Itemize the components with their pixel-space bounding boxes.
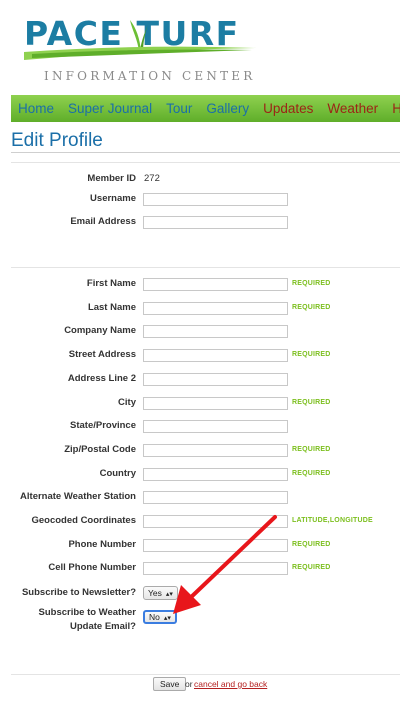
required-note: REQUIRED: [292, 280, 331, 287]
nav-updates[interactable]: Updates: [256, 95, 320, 122]
newsletter-select-value: Yes: [148, 588, 162, 598]
nav-home[interactable]: Home: [11, 95, 61, 122]
member-id-value: 272: [144, 173, 160, 184]
title-divider: [11, 152, 400, 153]
save-button[interactable]: Save: [153, 677, 187, 691]
city-field[interactable]: [143, 397, 288, 410]
state-field[interactable]: [143, 420, 288, 433]
site-logo[interactable]: PACE TURF INFORMATION CENTER: [22, 12, 262, 83]
username-label: Username: [90, 193, 136, 204]
required-note: REQUIRED: [292, 564, 331, 571]
section-divider: [11, 267, 400, 268]
street-address-label: Street Address: [68, 349, 136, 360]
city-label: City: [118, 397, 136, 408]
footer-divider: [11, 674, 400, 675]
email-label: Email Address: [70, 216, 136, 227]
weather-email-label-line2: Update Email?: [70, 621, 136, 632]
required-note: REQUIRED: [292, 304, 331, 311]
logo-subtitle: INFORMATION CENTER: [44, 69, 256, 83]
first-name-row: First Name REQUIRED: [0, 274, 400, 294]
company-name-row: Company Name: [0, 321, 400, 341]
nav-gallery[interactable]: Gallery: [199, 95, 256, 122]
section-divider: [11, 162, 400, 163]
address-line-2-label: Address Line 2: [67, 373, 136, 384]
annotation-arrow-icon: [173, 515, 277, 614]
weather-email-label: Subscribe to Weather Update Email?: [0, 606, 137, 634]
zip-label: Zip/Postal Code: [64, 444, 136, 455]
nav-highlights[interactable]: Highlights: [385, 95, 400, 122]
last-name-field[interactable]: [143, 302, 288, 315]
nav-weather[interactable]: Weather: [320, 95, 385, 122]
weather-email-label-line1: Subscribe to Weather: [38, 607, 137, 618]
first-name-label: First Name: [86, 278, 136, 289]
page-title: Edit Profile: [11, 130, 103, 151]
address-line-2-row: Address Line 2: [0, 369, 400, 389]
email-field[interactable]: [143, 216, 288, 229]
last-name-row: Last Name REQUIRED: [0, 298, 400, 318]
last-name-label: Last Name: [87, 302, 136, 313]
or-text: or: [185, 679, 193, 689]
zip-field[interactable]: [143, 444, 288, 457]
cell-phone-label: Cell Phone Number: [48, 562, 136, 573]
alt-weather-label: Alternate Weather Station: [20, 491, 136, 502]
city-row: City REQUIRED: [0, 393, 400, 413]
email-row: Email Address: [0, 212, 400, 232]
street-address-row: Street Address REQUIRED: [0, 345, 400, 365]
required-note: REQUIRED: [292, 446, 331, 453]
nav-tour[interactable]: Tour: [159, 95, 199, 122]
country-field[interactable]: [143, 468, 288, 481]
geocoded-label: Geocoded Coordinates: [31, 515, 136, 526]
main-nav: Home Super Journal Tour Gallery Updates …: [11, 95, 400, 122]
company-name-label: Company Name: [64, 325, 136, 336]
member-id-row: Member ID 272: [0, 169, 400, 189]
nav-super-journal[interactable]: Super Journal: [61, 95, 159, 122]
username-field[interactable]: [143, 193, 288, 206]
member-id-label: Member ID: [87, 173, 136, 184]
country-row: Country REQUIRED: [0, 464, 400, 484]
weather-email-select-value: No: [149, 612, 160, 622]
grass-swoosh-icon: [24, 46, 256, 60]
required-note: REQUIRED: [292, 351, 331, 358]
zip-row: Zip/Postal Code REQUIRED: [0, 440, 400, 460]
newsletter-label: Subscribe to Newsletter?: [21, 587, 136, 598]
required-note: REQUIRED: [292, 541, 331, 548]
required-note: REQUIRED: [292, 399, 331, 406]
country-label: Country: [99, 468, 136, 479]
phone-label: Phone Number: [68, 539, 136, 550]
street-address-field[interactable]: [143, 349, 288, 362]
required-note: REQUIRED: [292, 470, 331, 477]
username-row: Username: [0, 189, 400, 209]
alt-weather-field[interactable]: [143, 491, 288, 504]
cancel-link[interactable]: cancel and go back: [194, 677, 267, 691]
alt-weather-row: Alternate Weather Station: [0, 487, 400, 507]
state-label: State/Province: [70, 420, 136, 431]
address-line-2-field[interactable]: [143, 373, 288, 386]
format-note: LATITUDE,LONGITUDE: [292, 517, 373, 524]
first-name-field[interactable]: [143, 278, 288, 291]
state-row: State/Province: [0, 416, 400, 436]
company-name-field[interactable]: [143, 325, 288, 338]
